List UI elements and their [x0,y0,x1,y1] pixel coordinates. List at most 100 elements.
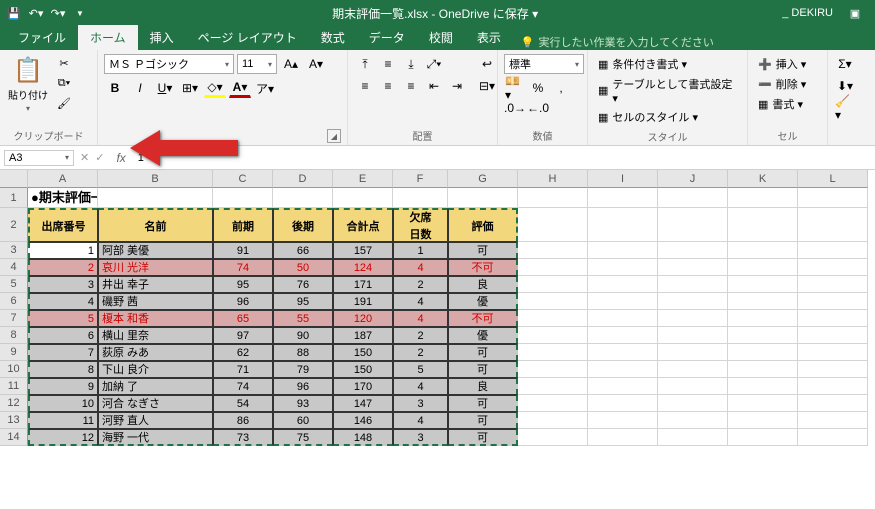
cell[interactable]: 河野 直人 [98,412,213,429]
cell[interactable] [798,378,868,395]
cell[interactable] [728,188,798,208]
cell[interactable] [518,361,588,378]
cell[interactable] [658,412,728,429]
cell[interactable] [588,361,658,378]
cell[interactable]: 120 [333,310,393,327]
cell[interactable]: 荻原 みあ [98,344,213,361]
cell[interactable]: 88 [273,344,333,361]
cell[interactable] [588,259,658,276]
row-header[interactable]: 2 [0,208,28,242]
cell[interactable]: 評価 [448,208,518,242]
increase-decimal-icon[interactable]: .0→ [504,98,526,118]
cell[interactable]: 優 [448,327,518,344]
fill-button[interactable]: ⬇▾ [834,76,856,96]
cell[interactable] [518,259,588,276]
cell[interactable] [798,327,868,344]
italic-button[interactable]: I [129,78,151,98]
qat-customize-icon[interactable]: ▼ [72,5,88,21]
cell[interactable] [658,361,728,378]
cell[interactable]: 7 [28,344,98,361]
cell[interactable]: 50 [273,259,333,276]
cell[interactable]: 10 [28,395,98,412]
cell[interactable]: 150 [333,344,393,361]
cell[interactable]: 可 [448,429,518,446]
cell[interactable]: 11 [28,412,98,429]
cell[interactable] [273,188,333,208]
formula-input[interactable]: 1 [132,150,875,166]
orientation-icon[interactable]: ⤢▾ [423,54,445,74]
cell[interactable]: 下山 良介 [98,361,213,378]
cell[interactable] [588,310,658,327]
column-header[interactable]: E [333,170,393,188]
cell[interactable]: 124 [333,259,393,276]
cell[interactable] [658,188,728,208]
cell[interactable] [518,344,588,361]
cell[interactable] [658,327,728,344]
cell[interactable]: 2 [393,327,448,344]
row-header[interactable]: 10 [0,361,28,378]
insert-cells-button[interactable]: ➕挿入 ▾ [754,54,821,74]
column-header[interactable]: I [588,170,658,188]
cell[interactable]: 91 [213,242,273,259]
cancel-formula-icon[interactable]: ✕ [80,151,89,164]
cell[interactable]: 76 [273,276,333,293]
cell[interactable]: 不可 [448,259,518,276]
tab-formulas[interactable]: 数式 [309,25,357,50]
cell[interactable] [588,188,658,208]
cell[interactable]: 合計点 [333,208,393,242]
cell[interactable]: 170 [333,378,393,395]
cell[interactable]: 可 [448,242,518,259]
tab-data[interactable]: データ [357,25,417,50]
cell[interactable]: 5 [393,361,448,378]
underline-button[interactable]: U▾ [154,78,176,98]
delete-cells-button[interactable]: ➖削除 ▾ [754,74,821,94]
cell[interactable] [728,361,798,378]
cell[interactable]: 66 [273,242,333,259]
cell[interactable]: 1 [28,242,98,259]
cell[interactable]: 可 [448,395,518,412]
cell[interactable] [333,188,393,208]
column-header[interactable]: A [28,170,98,188]
cell[interactable]: 井出 幸子 [98,276,213,293]
column-header[interactable]: J [658,170,728,188]
cell[interactable]: 良 [448,276,518,293]
cell[interactable]: 60 [273,412,333,429]
font-name-selector[interactable]: ＭＳ Ｐゴシック▾ [104,54,234,74]
cell[interactable]: 優 [448,293,518,310]
cell[interactable]: 4 [28,293,98,310]
column-header[interactable]: G [448,170,518,188]
cell[interactable]: 可 [448,344,518,361]
tab-home[interactable]: ホーム [78,25,138,50]
cell[interactable]: 65 [213,310,273,327]
cell[interactable]: 後期 [273,208,333,242]
accounting-format-icon[interactable]: 💴▾ [504,78,526,98]
cell[interactable]: 6 [28,327,98,344]
cell[interactable] [588,293,658,310]
cell[interactable]: 不可 [448,310,518,327]
number-format-selector[interactable]: 標準▾ [504,54,584,74]
cell[interactable] [658,259,728,276]
cell[interactable]: 榎本 和香 [98,310,213,327]
cell[interactable] [728,242,798,259]
cell[interactable] [728,276,798,293]
column-header[interactable]: D [273,170,333,188]
cell[interactable] [518,310,588,327]
row-header[interactable]: 7 [0,310,28,327]
cell[interactable]: 95 [273,293,333,310]
cell[interactable]: 4 [393,378,448,395]
cell[interactable]: 出席番号 [28,208,98,242]
format-cells-button[interactable]: ▦書式 ▾ [754,94,821,114]
cell[interactable] [518,293,588,310]
cell[interactable] [518,208,588,242]
cell[interactable]: 名前 [98,208,213,242]
cell[interactable]: 187 [333,327,393,344]
cell[interactable] [728,293,798,310]
cell[interactable]: 8 [28,361,98,378]
decrease-decimal-icon[interactable]: ←.0 [527,98,549,118]
cell[interactable]: 3 [393,395,448,412]
decrease-indent-icon[interactable]: ⇤ [423,76,445,96]
cell[interactable] [658,208,728,242]
copy-button[interactable]: ⧉▾ [54,74,74,92]
cell[interactable]: 3 [28,276,98,293]
cell[interactable]: 横山 里奈 [98,327,213,344]
